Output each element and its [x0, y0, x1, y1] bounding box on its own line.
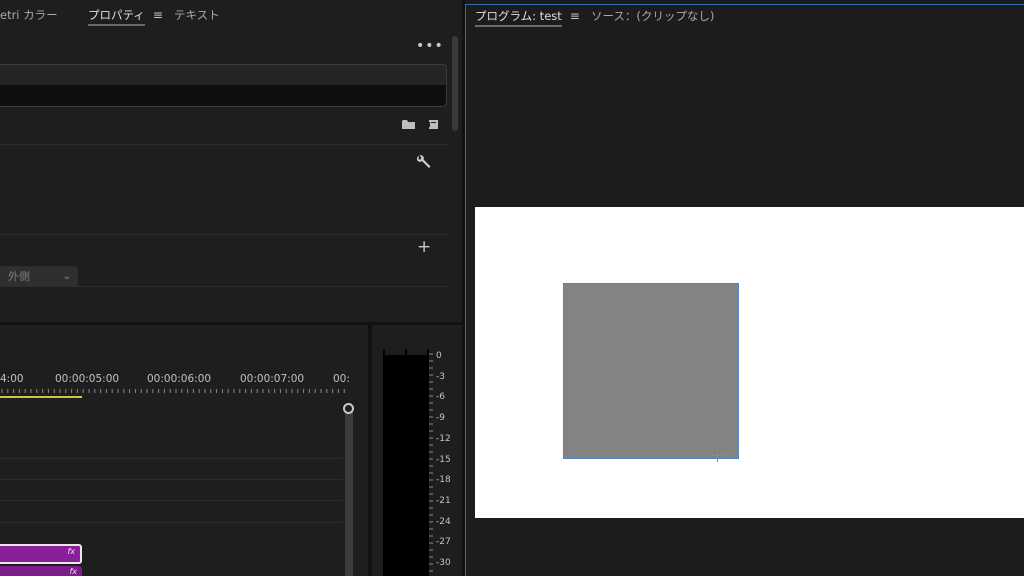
- track-divider: [0, 522, 342, 523]
- section-divider: [0, 234, 448, 235]
- timecode-label: 00:00:05:00: [55, 373, 120, 385]
- tab-source-monitor[interactable]: ソース：(クリップなし): [591, 8, 714, 24]
- tab-text[interactable]: テキスト: [174, 7, 220, 23]
- timecode-label: 00:00:06:00: [147, 373, 212, 385]
- timecode-label: 00:: [333, 373, 350, 385]
- fx-badge: fx: [67, 547, 75, 556]
- db-label: -15: [436, 455, 451, 465]
- chevron-down-icon: ⌄: [62, 271, 71, 282]
- more-options-icon[interactable]: •••: [416, 38, 444, 54]
- db-label: -24: [436, 517, 451, 527]
- selected-rectangle-shape[interactable]: [563, 283, 739, 459]
- program-monitor-panel: プログラム: test ≡ ソース：(クリップなし): [465, 4, 1024, 576]
- work-area-bar[interactable]: [0, 396, 82, 398]
- db-label: -12: [436, 434, 451, 444]
- tab-program-monitor[interactable]: プログラム: test ≡: [475, 8, 580, 27]
- video-clip[interactable]: fx: [0, 566, 82, 576]
- timeline-panel: 4:00 00:00:05:00 00:00:06:00 00:00:07:00…: [0, 325, 368, 576]
- track-divider: [0, 458, 342, 459]
- fx-badge: fx: [69, 567, 77, 576]
- crosshair-cursor-icon: [711, 449, 724, 462]
- track-divider: [0, 479, 342, 480]
- db-label: -21: [436, 496, 451, 506]
- video-clip-selected[interactable]: fx: [0, 544, 82, 564]
- program-video-frame[interactable]: [475, 207, 1024, 518]
- stroke-position-dropdown[interactable]: 外側 ⌄: [0, 266, 78, 287]
- db-label: -30: [436, 558, 451, 568]
- db-label: -3: [436, 372, 445, 382]
- stroke-position-value: 外側: [8, 270, 30, 283]
- timeline-scroll-handle[interactable]: [343, 403, 354, 414]
- peak-indicator-left[interactable]: [385, 349, 405, 355]
- properties-field-bottom[interactable]: [0, 85, 447, 107]
- track-divider: [0, 500, 342, 501]
- wrench-icon[interactable]: [416, 154, 431, 169]
- timecode-label: 00:00:07:00: [240, 373, 305, 385]
- db-label: -9: [436, 413, 445, 423]
- folder-icon[interactable]: [402, 119, 415, 130]
- tab-lumetri-color[interactable]: etri カラー: [0, 7, 58, 23]
- db-label: 0: [436, 351, 442, 361]
- new-item-icon[interactable]: [427, 119, 439, 130]
- audio-meter-bars: [383, 349, 429, 576]
- audio-meter-panel: 0 -3 -6 -9 -12 -15 -18 -21 -24 -27 -30: [372, 325, 462, 576]
- add-icon[interactable]: +: [417, 239, 431, 256]
- db-label: -6: [436, 392, 445, 402]
- time-ruler[interactable]: [0, 387, 352, 395]
- section-divider: [0, 144, 448, 145]
- timeline-scrollbar[interactable]: [345, 407, 353, 576]
- properties-panel: etri カラー プロパティ ≡ テキスト ••• + 外側 ⌄: [0, 0, 462, 322]
- db-label: -18: [436, 475, 451, 485]
- tab-program-label: プログラム: test: [475, 9, 562, 27]
- tab-properties-label: プロパティ: [88, 8, 145, 26]
- timecode-label: 4:00: [0, 373, 24, 385]
- meter-scale-ticks: [429, 353, 433, 572]
- db-label: -27: [436, 537, 451, 547]
- panel-menu-icon[interactable]: ≡: [153, 8, 163, 22]
- panel-scrollbar[interactable]: [452, 36, 458, 131]
- section-divider: [0, 286, 448, 287]
- properties-field-top[interactable]: [0, 64, 447, 86]
- panel-menu-icon[interactable]: ≡: [570, 9, 580, 23]
- peak-indicator-right[interactable]: [407, 349, 427, 355]
- tab-properties[interactable]: プロパティ ≡: [88, 7, 163, 26]
